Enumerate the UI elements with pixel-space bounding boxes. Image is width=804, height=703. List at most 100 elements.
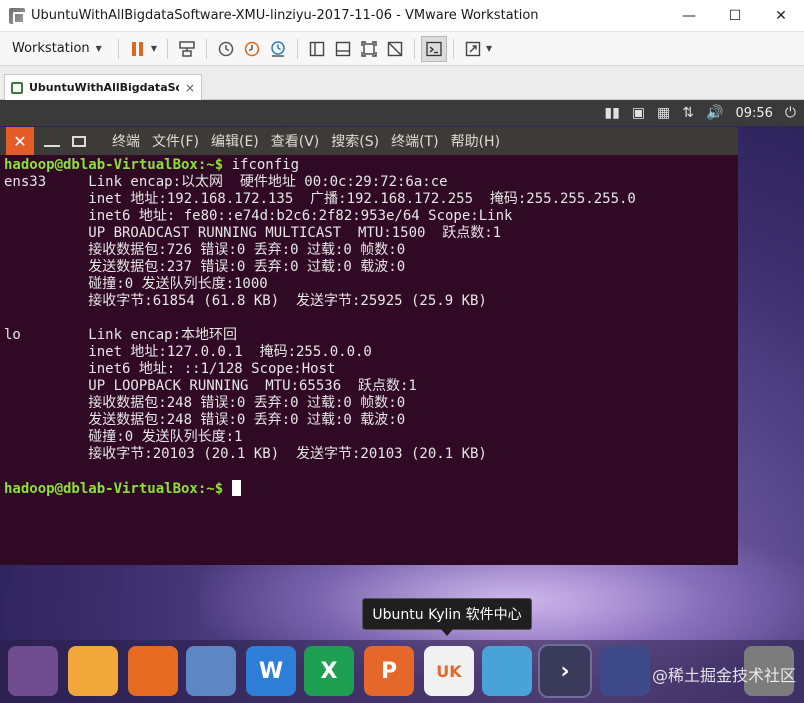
terminal-output-line: 碰撞:0 发送队列长度:1000 [4, 276, 268, 292]
workspace-switcher-icon[interactable] [600, 646, 650, 696]
terminal-output-line: UP BROADCAST RUNNING MULTICAST MTU:1500 … [4, 225, 502, 241]
snapshot-clock-icon [218, 41, 234, 56]
chromium-icon[interactable] [186, 646, 236, 696]
vmware-title-bar: UbuntuWithAllBigdataSoftware-XMU-linziyu… [0, 0, 804, 32]
console-view-button[interactable] [420, 35, 447, 62]
chevron-down-icon[interactable]: ▼ [151, 44, 157, 53]
stretch-guest-button[interactable] [460, 36, 486, 62]
show-library-button[interactable] [304, 36, 330, 62]
pause-icon [132, 41, 144, 56]
ubuntu-top-panel: ▮▮ ▣ ▦ ⇅ 🔊 09:56 ⏻ [0, 100, 804, 126]
toolbar-divider [452, 38, 454, 59]
ubuntu-dash-icon[interactable] [8, 646, 58, 696]
snapshot-manager-button[interactable] [265, 36, 291, 62]
terminal-output-line: inet6 地址: fe80::e74d:b2c6:2f82:953e/64 S… [4, 208, 513, 224]
dock-item-glyph: X [320, 658, 338, 684]
terminal-title-bar: ✕ 终端 文件(F) 编辑(E) 查看(V) 搜索(S) 终端(T) 帮助(H) [0, 127, 738, 155]
dock-tooltip: Ubuntu Kylin 软件中心 [362, 598, 532, 636]
ifconfig-output: ens33 Link encap:以太网 硬件地址 00:0c:29:72:6a… [4, 174, 636, 462]
terminal-line: hadoop@dblab-VirtualBox:~$ ifconfig [4, 157, 299, 173]
vm-tab-label: UbuntuWithAllBigdataSoft... [29, 81, 179, 94]
send-ctrl-alt-del-button[interactable] [174, 36, 200, 62]
calendar-icon[interactable]: ▦ [657, 105, 670, 121]
workstation-menu-label: Workstation [12, 41, 90, 56]
shell-prompt: hadoop@dblab-VirtualBox:~$ [4, 481, 224, 497]
fullscreen-icon [361, 40, 377, 57]
network-icon[interactable]: ⇅ [682, 105, 694, 121]
terminal-output-line: 接收数据包:248 错误:0 丢弃:0 过载:0 帧数:0 [4, 395, 406, 411]
volume-icon[interactable]: 🔊 [706, 105, 723, 121]
menu-terminal-app[interactable]: 终端 [112, 131, 140, 151]
maximize-button[interactable]: ☐ [712, 0, 758, 32]
menu-help[interactable]: 帮助(H) [451, 131, 500, 151]
menu-view[interactable]: 查看(V) [271, 131, 320, 151]
display-icon[interactable]: ▣ [632, 105, 645, 121]
minimize-button[interactable]: — [666, 0, 712, 32]
console-prompt-icon [426, 41, 442, 56]
site-watermark: @稀土掘金技术社区 [651, 666, 796, 685]
vm-tab[interactable]: UbuntuWithAllBigdataSoft... × [4, 74, 202, 100]
terminal-output-line: 接收数据包:726 错误:0 丢弃:0 过载:0 帧数:0 [4, 242, 406, 258]
kylin-software-center-icon[interactable]: UK [424, 646, 474, 696]
terminal-maximize-button[interactable] [72, 135, 86, 147]
terminal-minimize-button[interactable] [44, 145, 60, 147]
vm-tab-bar: UbuntuWithAllBigdataSoft... × [0, 66, 804, 100]
toolbar-divider [296, 38, 298, 59]
shell-prompt: hadoop@dblab-VirtualBox:~$ [4, 157, 224, 173]
menu-search[interactable]: 搜索(S) [331, 131, 379, 151]
terminal-output-line: UP LOOPBACK RUNNING MTU:65536 跃点数:1 [4, 378, 417, 394]
files-folder-icon[interactable] [68, 646, 118, 696]
menu-edit[interactable]: 编辑(E) [211, 131, 259, 151]
power-icon[interactable]: ⏻ [785, 105, 796, 121]
menu-terminal[interactable]: 终端(T) [391, 131, 438, 151]
dock-item-glyph: UK [436, 661, 462, 681]
wps-spreadsheet-icon[interactable]: X [304, 646, 354, 696]
window-title: UbuntuWithAllBigdataSoftware-XMU-linziyu… [31, 8, 539, 23]
toolbar-divider [413, 38, 415, 59]
menu-file[interactable]: 文件(F) [152, 131, 199, 151]
pause-button[interactable] [125, 36, 151, 62]
close-button[interactable]: ✕ [758, 0, 804, 32]
full-screen-button[interactable] [356, 36, 382, 62]
terminal-window[interactable]: ✕ 终端 文件(F) 编辑(E) 查看(V) 搜索(S) 终端(T) 帮助(H)… [0, 127, 738, 565]
terminal-output-line: inet6 地址: ::1/128 Scope:Host [4, 361, 336, 377]
wps-writer-icon[interactable]: W [246, 646, 296, 696]
snapshot-manager-icon [271, 40, 285, 57]
toolbar-divider [117, 38, 119, 59]
chevron-down-icon: ▼ [95, 44, 102, 53]
dock-item-glyph: W [258, 658, 284, 684]
stretch-icon [465, 41, 481, 56]
vmware-app-icon [9, 7, 25, 24]
show-thumbnail-bar-button[interactable] [330, 36, 356, 62]
terminal-output-line: inet 地址:192.168.172.135 广播:192.168.172.2… [4, 191, 636, 207]
update-manager-icon[interactable] [482, 646, 532, 696]
guest-screen[interactable]: ▮▮ ▣ ▦ ⇅ 🔊 09:56 ⏻ ✕ 终端 文件(F) 编辑(E) 查看(V… [0, 100, 804, 703]
terminal-output[interactable]: hadoop@dblab-VirtualBox:~$ ifconfig ens3… [4, 157, 738, 565]
take-snapshot-button[interactable] [213, 36, 239, 62]
terminal-output-line: inet 地址:127.0.0.1 掩码:255.0.0.0 [4, 344, 372, 360]
terminal-output-line: 发送数据包:248 错误:0 丢弃:0 过载:0 载波:0 [4, 412, 406, 428]
workstation-menu-button[interactable]: Workstation ▼ [6, 41, 112, 56]
revert-snapshot-icon [244, 41, 260, 56]
text-cursor [231, 480, 241, 496]
wps-presentation-icon[interactable]: P [364, 646, 414, 696]
thumbnail-layout-icon [335, 41, 351, 56]
firefox-icon[interactable] [128, 646, 178, 696]
input-method-icon[interactable]: ▮▮ [604, 105, 619, 121]
terminal-line: hadoop@dblab-VirtualBox:~$ [4, 480, 241, 497]
revert-snapshot-button[interactable] [239, 36, 265, 62]
unity-mode-button[interactable] [382, 36, 408, 62]
panel-clock[interactable]: 09:56 [735, 106, 772, 121]
terminal-app-icon[interactable]: › [538, 644, 592, 698]
terminal-output-line: 接收字节:61854 (61.8 KB) 发送字节:25925 (25.9 KB… [4, 293, 487, 309]
terminal-output-line: 接收字节:20103 (20.1 KB) 发送字节:20103 (20.1 KB… [4, 446, 487, 462]
toolbar-divider [166, 38, 168, 59]
tab-close-icon[interactable]: × [185, 81, 195, 95]
terminal-close-button[interactable]: ✕ [6, 127, 34, 155]
network-devices-icon [179, 40, 195, 57]
ubuntu-dock: W X P UK › @稀土掘金技术社区 [0, 640, 804, 703]
chevron-down-icon[interactable]: ▼ [486, 44, 492, 53]
terminal-output-line: 碰撞:0 发送队列长度:1 [4, 429, 243, 445]
vm-running-icon [11, 81, 23, 94]
shell-command: ifconfig [223, 157, 300, 173]
